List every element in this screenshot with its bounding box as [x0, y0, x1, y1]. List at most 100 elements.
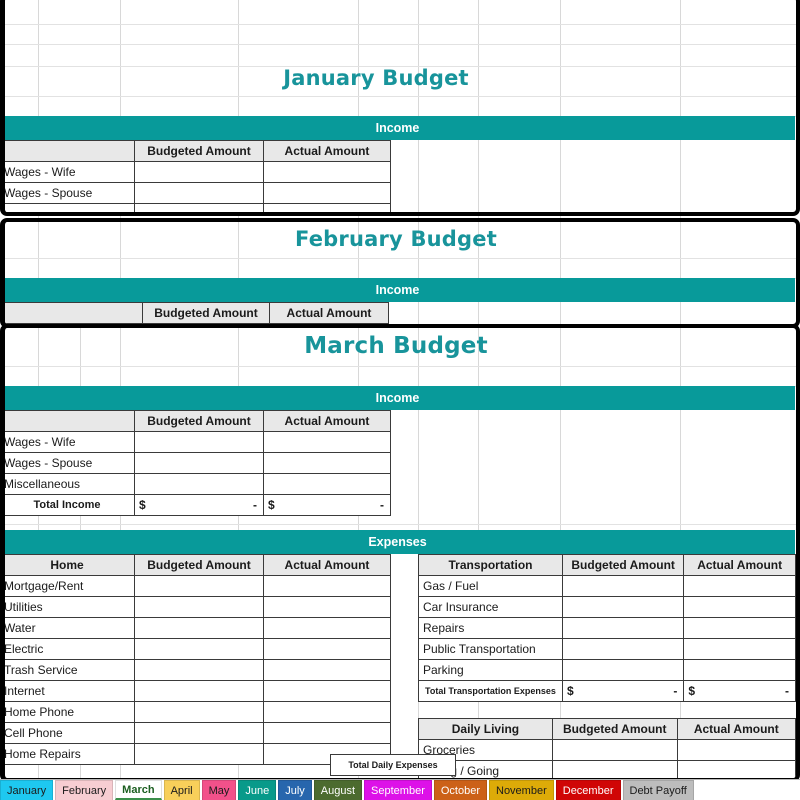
table-header-row: Budgeted Amount Actual Amount	[5, 140, 391, 162]
actual-amount-header: Actual Amount	[263, 410, 391, 432]
empty-dash: -	[253, 498, 257, 512]
budgeted-cell[interactable]	[134, 638, 264, 660]
table-row: Wages - Wife	[5, 161, 391, 183]
currency-symbol: $	[268, 498, 275, 512]
budgeted-cell[interactable]	[134, 680, 264, 702]
panel-march-expenses-banner: Expenses	[5, 530, 795, 554]
actual-cell[interactable]	[683, 617, 796, 639]
tab-june[interactable]: June	[238, 780, 277, 800]
actual-cell[interactable]	[263, 722, 391, 744]
panel-february-income-table: Budgeted Amount Actual Amount	[5, 302, 389, 324]
panel-february-title: February Budget	[295, 227, 497, 251]
budgeted-cell[interactable]	[134, 203, 264, 212]
budgeted-cell[interactable]	[561, 659, 685, 681]
tab-july[interactable]: July	[278, 780, 312, 800]
income-total-label: Total Income	[5, 494, 135, 516]
actual-cell[interactable]	[263, 473, 391, 495]
currency-symbol: $	[139, 498, 146, 512]
actual-cell[interactable]	[683, 596, 796, 618]
budgeted-amount-header: Budgeted Amount	[561, 554, 685, 576]
income-group-header	[5, 302, 143, 324]
budgeted-cell[interactable]	[134, 701, 264, 723]
actual-cell[interactable]	[683, 575, 796, 597]
actual-cell[interactable]	[263, 617, 391, 639]
budgeted-cell[interactable]	[134, 182, 264, 204]
actual-cell[interactable]	[263, 431, 391, 453]
actual-cell[interactable]	[263, 452, 391, 474]
expense-row-label: Cell Phone	[5, 722, 135, 744]
panel-march-income-banner: Income	[5, 386, 795, 410]
expense-row-label: Parking	[418, 659, 563, 681]
tab-september[interactable]: September	[364, 780, 432, 800]
budgeted-cell[interactable]	[134, 659, 264, 681]
transportation-total-actual: $ -	[683, 680, 796, 702]
actual-amount-header: Actual Amount	[676, 718, 796, 740]
table-header-row: Home Budgeted Amount Actual Amount	[5, 554, 391, 576]
actual-cell[interactable]	[263, 638, 391, 660]
tab-may[interactable]: May	[201, 780, 237, 800]
table-row: Wages - Spouse	[5, 452, 391, 474]
budgeted-cell[interactable]	[561, 575, 685, 597]
actual-cell[interactable]	[263, 659, 391, 681]
budgeted-cell[interactable]	[134, 596, 264, 618]
actual-cell[interactable]	[676, 739, 796, 761]
table-row: Repairs	[418, 617, 796, 639]
panel-february: February Budget Income Budgeted Amount A…	[0, 218, 800, 328]
panel-march: March Budget Income Budgeted Amount Actu…	[0, 324, 800, 782]
budgeted-cell[interactable]	[134, 743, 264, 765]
table-row: Electric	[5, 638, 391, 660]
tab-october[interactable]: October	[433, 780, 487, 800]
expense-row-label: Mortgage/Rent	[5, 575, 135, 597]
table-row: Miscellaneous	[5, 473, 391, 495]
actual-cell[interactable]	[263, 182, 391, 204]
tab-label: December	[562, 784, 614, 797]
budgeted-cell[interactable]	[134, 431, 264, 453]
budgeted-cell[interactable]	[561, 617, 685, 639]
tab-november[interactable]: November	[489, 780, 554, 800]
budgeted-cell[interactable]	[134, 452, 264, 474]
tab-april[interactable]: April	[163, 780, 200, 800]
budgeted-cell[interactable]	[561, 596, 685, 618]
income-group-header	[5, 410, 135, 432]
expense-row-label: Electric	[5, 638, 135, 660]
tab-december[interactable]: December	[555, 780, 621, 800]
actual-cell[interactable]	[263, 701, 391, 723]
table-row: Car Insurance	[418, 596, 796, 618]
actual-amount-header: Actual Amount	[263, 554, 391, 576]
actual-cell[interactable]	[683, 638, 796, 660]
tab-debt-payoff[interactable]: Debt Payoff	[622, 780, 694, 800]
table-total-row: Total Daily Expenses	[330, 754, 456, 776]
income-row-label: Wages - Wife	[5, 431, 135, 453]
worksheet-tab-strip[interactable]: January February March April May June Ju…	[0, 779, 800, 800]
spreadsheet-canvas: merelynne helping make finances easier F…	[0, 0, 800, 800]
tab-january[interactable]: January	[0, 780, 54, 800]
tab-label: August	[320, 784, 356, 797]
budgeted-amount-header: Budgeted Amount	[551, 718, 678, 740]
tab-march[interactable]: March	[115, 780, 162, 800]
budgeted-cell[interactable]	[134, 617, 264, 639]
budgeted-cell[interactable]	[561, 638, 685, 660]
tab-label: July	[285, 784, 305, 797]
actual-cell[interactable]	[683, 659, 796, 681]
actual-cell[interactable]	[263, 161, 391, 183]
budgeted-cell[interactable]	[134, 473, 264, 495]
actual-cell[interactable]	[263, 680, 391, 702]
expense-row-label: Car Insurance	[418, 596, 563, 618]
income-row-label: Wages - Spouse	[5, 452, 135, 474]
budgeted-cell[interactable]	[134, 722, 264, 744]
income-group-header	[5, 140, 135, 162]
budgeted-amount-header: Budgeted Amount	[134, 554, 264, 576]
actual-cell[interactable]	[263, 575, 391, 597]
actual-cell[interactable]	[263, 596, 391, 618]
tab-august[interactable]: August	[313, 780, 363, 800]
budgeted-cell[interactable]	[134, 575, 264, 597]
budgeted-cell[interactable]	[551, 739, 678, 761]
panel-march-income-table: Budgeted Amount Actual Amount Wages - Wi…	[5, 410, 391, 516]
actual-cell[interactable]	[263, 203, 391, 212]
expense-row-label: Trash Service	[5, 659, 135, 681]
actual-amount-header: Actual Amount	[269, 302, 389, 324]
tab-february[interactable]: February	[55, 780, 114, 800]
table-row: Internet	[5, 680, 391, 702]
expense-group-transportation-table: Transportation Budgeted Amount Actual Am…	[418, 554, 796, 702]
budgeted-cell[interactable]	[134, 161, 264, 183]
